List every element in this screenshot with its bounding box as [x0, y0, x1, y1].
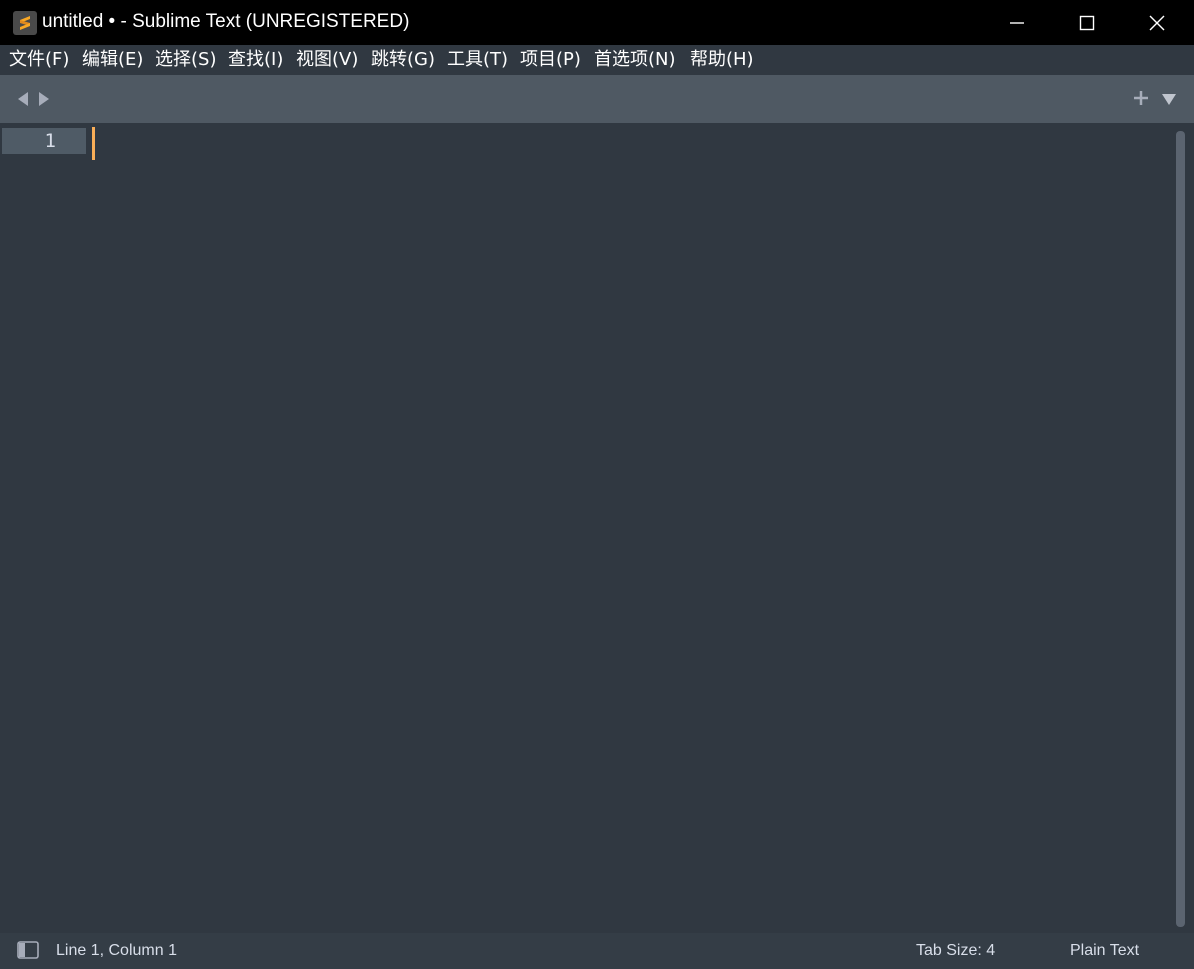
menu-selection[interactable]: 选择(S): [155, 49, 216, 71]
menu-preferences[interactable]: 首选项(N): [594, 49, 676, 71]
menu-bar: 文件(F) 编辑(E) 选择(S) 查找(I) 视图(V) 跳转(G) 工具(T…: [0, 45, 1194, 75]
menu-tools[interactable]: 工具(T): [447, 49, 508, 71]
cursor-position[interactable]: Line 1, Column 1: [56, 942, 177, 960]
vertical-scrollbar[interactable]: [1176, 131, 1185, 927]
syntax-indicator[interactable]: Plain Text: [1070, 942, 1139, 960]
arrow-right-icon[interactable]: [37, 91, 51, 107]
menu-goto[interactable]: 跳转(G): [371, 49, 435, 71]
arrow-left-icon[interactable]: [16, 91, 30, 107]
close-icon: [1149, 15, 1165, 31]
menu-find[interactable]: 查找(I): [228, 49, 283, 71]
sublime-app-icon: [13, 11, 37, 35]
menu-edit[interactable]: 编辑(E): [82, 49, 143, 71]
text-caret: [92, 127, 95, 160]
title-bar[interactable]: untitled • - Sublime Text (UNREGISTERED): [0, 0, 1194, 45]
tab-bar: [0, 75, 1194, 123]
editor-area[interactable]: 1: [0, 123, 1194, 933]
menu-file[interactable]: 文件(F): [9, 49, 69, 71]
status-bar: Line 1, Column 1 Tab Size: 4 Plain Text: [0, 933, 1194, 969]
close-button[interactable]: [1122, 0, 1192, 45]
tab-size-indicator[interactable]: Tab Size: 4: [916, 942, 995, 960]
line-number: 1: [44, 130, 56, 152]
panel-toggle-icon[interactable]: [17, 941, 39, 959]
plus-icon[interactable]: [1132, 89, 1150, 107]
menu-project[interactable]: 项目(P): [520, 49, 581, 71]
chevron-down-icon[interactable]: [1161, 92, 1177, 106]
gutter-line-highlight: 1: [2, 128, 86, 154]
sublime-window: untitled • - Sublime Text (UNREGISTERED)…: [0, 0, 1194, 969]
minimize-icon: [1010, 22, 1024, 24]
menu-view[interactable]: 视图(V): [296, 49, 358, 71]
menu-help[interactable]: 帮助(H): [690, 49, 754, 71]
maximize-button[interactable]: [1052, 0, 1122, 45]
maximize-icon: [1079, 15, 1095, 31]
minimize-button[interactable]: [982, 0, 1052, 45]
window-title: untitled • - Sublime Text (UNREGISTERED): [42, 11, 410, 32]
